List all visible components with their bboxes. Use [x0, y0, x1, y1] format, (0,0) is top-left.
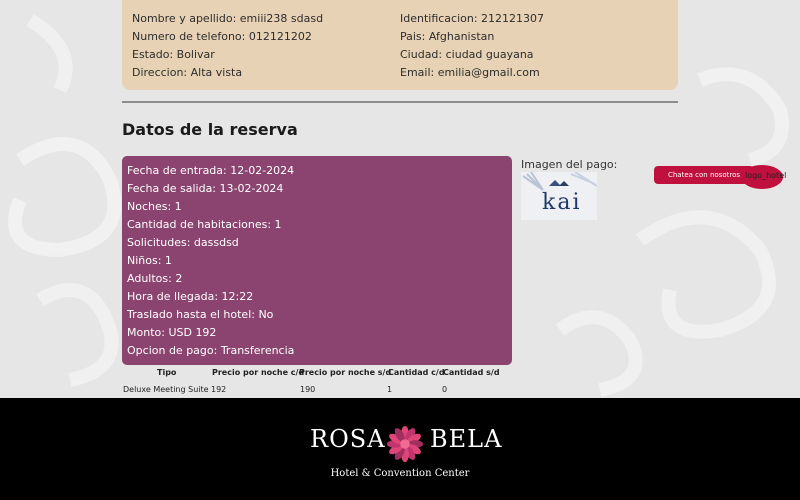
checkin-date: Fecha de entrada: 12-02-2024 [127, 164, 295, 177]
cell-tipo: Deluxe Meeting Suite [123, 385, 209, 394]
adults: Adultos: 2 [127, 272, 183, 285]
client-city: Ciudad: ciudad guayana [400, 48, 534, 61]
checkout-date: Fecha de salida: 13-02-2024 [127, 182, 284, 195]
payment-image-text: kai [542, 190, 582, 215]
client-address: Direccion: Alta vista [132, 66, 243, 79]
client-info-card: Nombre y apellido: emiii238 sdasd Identi… [122, 0, 678, 90]
header-precio-cd: Precio por noche c/d [212, 368, 305, 377]
reservation-card: Fecha de entrada: 12-02-2024 Fecha de sa… [122, 156, 512, 365]
cell-precio-sd: 190 [300, 385, 316, 394]
brand-name-right: BELA [430, 425, 503, 453]
reservation-title: Datos de la reserva [122, 120, 298, 139]
section-divider [122, 101, 678, 103]
hotel-transfer: Traslado hasta el hotel: No [127, 308, 274, 321]
client-phone: Numero de telefono: 012121202 [132, 30, 312, 43]
client-name: Nombre y apellido: emiii238 sdasd [132, 12, 324, 25]
brand-tagline: Hotel & Convention Center [330, 468, 470, 479]
client-country: Pais: Afghanistan [400, 30, 495, 43]
requests: Solicitudes: dassdsd [127, 236, 239, 249]
payment-image[interactable]: kai [521, 172, 597, 220]
footer: ROSA BELA Hotel & Convention Center [0, 398, 800, 500]
header-cantidad-cd: Cantidad c/d [388, 368, 445, 377]
children: Niños: 1 [127, 254, 172, 267]
rosa-bela-flower-icon [386, 425, 424, 463]
brand-name-left: ROSA [310, 425, 386, 453]
header-tipo: Tipo [157, 368, 177, 377]
client-email: Email: emilia@gmail.com [400, 66, 540, 79]
arrival-time: Hora de llegada: 12:22 [127, 290, 254, 303]
cell-cantidad-cd: 1 [387, 385, 393, 394]
nights: Noches: 1 [127, 200, 182, 213]
payment-image-label: Imagen del pago: [521, 158, 618, 171]
cell-cantidad-sd: 0 [442, 385, 448, 394]
header-cantidad-sd: Cantidad s/d [443, 368, 500, 377]
cell-precio-cd: 192 [211, 385, 227, 394]
header-precio-sd: Precio por noche s/d [299, 368, 392, 377]
client-id: Identificacion: 212121307 [400, 12, 545, 25]
chat-button[interactable]: Chatea con nosotros [654, 166, 754, 184]
amount: Monto: USD 192 [127, 326, 217, 339]
payment-option: Opcion de pago: Transferencia [127, 344, 295, 357]
client-state: Estado: Bolivar [132, 48, 215, 61]
hotel-logo-alt-text: logo_hotel [745, 171, 787, 180]
rooms-count: Cantidad de habitaciones: 1 [127, 218, 282, 231]
